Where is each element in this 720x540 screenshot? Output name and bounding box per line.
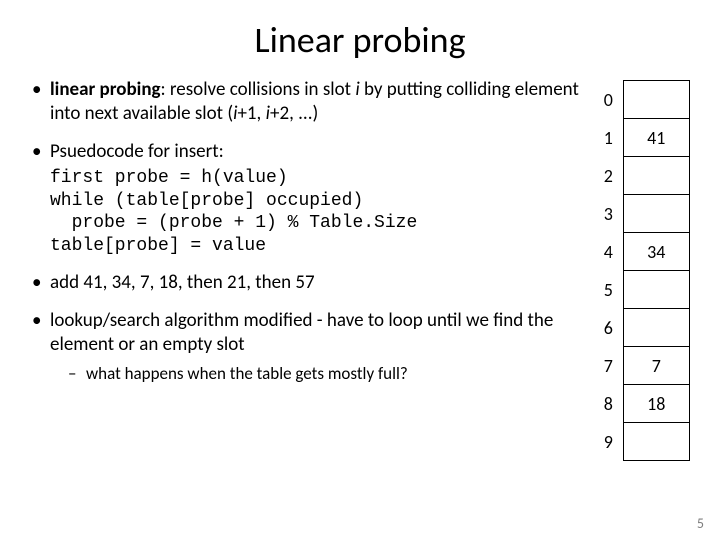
text: +2, ...) [270,102,318,125]
row-value [623,81,689,119]
row-value [623,157,689,195]
text: add 41, 34, 7, 18, then 21, then 57 [50,271,315,294]
row-index: 7 [594,347,623,385]
row-value [623,309,689,347]
bullet-lookup: lookup/search algorithm modified - have … [30,309,580,384]
row-index: 1 [594,119,623,157]
row-value [623,423,689,461]
text: what happens when the table gets mostly … [86,363,408,384]
page-number: 5 [697,515,704,532]
bullet-list: linear probing: resolve collisions in sl… [30,78,580,384]
row-index: 6 [594,309,623,347]
bullet-pseudocode: Psuedocode for insert: first probe = h(v… [30,140,580,258]
table-row: 818 [594,385,690,423]
sub-bullet-question: what happens when the table gets mostly … [68,363,580,384]
row-value: 41 [623,119,689,157]
slide: Linear probing linear probing: resolve c… [0,0,720,471]
content-row: linear probing: resolve collisions in sl… [30,78,690,461]
term: linear probing [50,78,161,101]
row-index: 2 [594,157,623,195]
table-row: 5 [594,271,690,309]
text: : resolve collisions in slot [161,78,356,101]
table-row: 434 [594,233,690,271]
table-row: 9 [594,423,690,461]
table-row: 141 [594,119,690,157]
text: lookup/search algorithm modified - have … [50,309,553,356]
row-value [623,271,689,309]
page-title: Linear probing [30,18,690,62]
bullet-add-sequence: add 41, 34, 7, 18, then 21, then 57 [30,271,580,295]
table-row: 0 [594,81,690,119]
text: +1, [237,102,265,125]
hash-table-column: 0 141 2 3 434 5 6 77 818 9 [594,78,690,461]
table-row: 77 [594,347,690,385]
row-index: 4 [594,233,623,271]
row-value: 7 [623,347,689,385]
text: Psuedocode for insert: [50,140,224,163]
hash-table: 0 141 2 3 434 5 6 77 818 9 [594,80,690,461]
row-value: 34 [623,233,689,271]
bullet-column: linear probing: resolve collisions in sl… [30,78,580,461]
row-index: 0 [594,81,623,119]
hash-table-body: 0 141 2 3 434 5 6 77 818 9 [594,81,690,461]
table-row: 6 [594,309,690,347]
row-index: 8 [594,385,623,423]
row-value [623,195,689,233]
row-index: 9 [594,423,623,461]
sub-bullet-list: what happens when the table gets mostly … [50,363,580,384]
table-row: 2 [594,157,690,195]
row-value: 18 [623,385,689,423]
code-block: first probe = h(value) while (table[prob… [50,167,580,257]
row-index: 3 [594,195,623,233]
table-row: 3 [594,195,690,233]
row-index: 5 [594,271,623,309]
bullet-definition: linear probing: resolve collisions in sl… [30,78,580,126]
